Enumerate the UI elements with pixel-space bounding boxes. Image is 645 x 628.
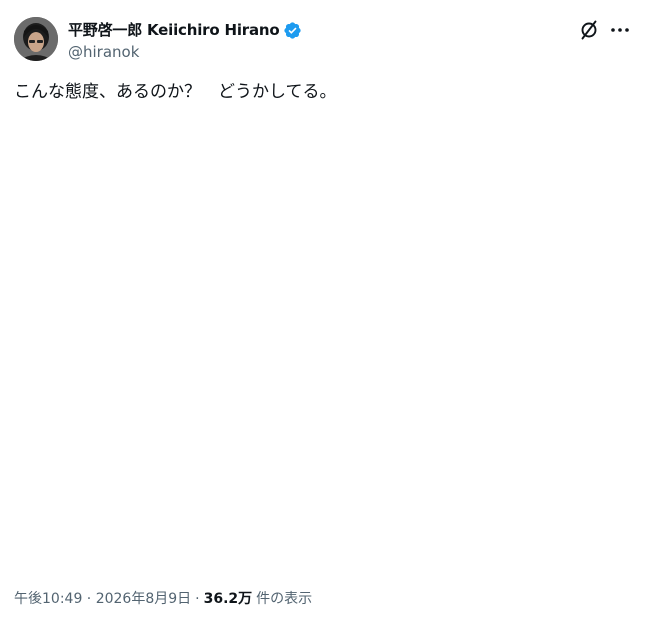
author-display-name[interactable]: 平野啓一郎 Keiichiro Hirano — [68, 20, 280, 40]
author-name-row[interactable]: 平野啓一郎 Keiichiro Hirano — [68, 20, 302, 40]
tweet-text: こんな態度、あるのか？ どうかしてる。 — [14, 82, 337, 102]
avatar[interactable] — [14, 17, 58, 61]
meta-separator: · — [195, 591, 200, 607]
tweet-meta: 午後10:49 · 2026年8月9日 · 36.2万 件の表示 — [14, 589, 312, 609]
author-handle[interactable]: @hiranok — [68, 42, 139, 62]
verified-badge-icon — [283, 21, 302, 40]
tweet-timestamp[interactable]: 午後10:49 · 2026年8月9日 — [14, 589, 191, 609]
more-icon[interactable] — [608, 18, 632, 42]
grok-icon[interactable] — [577, 18, 601, 42]
views-label: 件の表示 — [256, 591, 313, 607]
views-count[interactable]: 36.2万 — [204, 589, 253, 609]
